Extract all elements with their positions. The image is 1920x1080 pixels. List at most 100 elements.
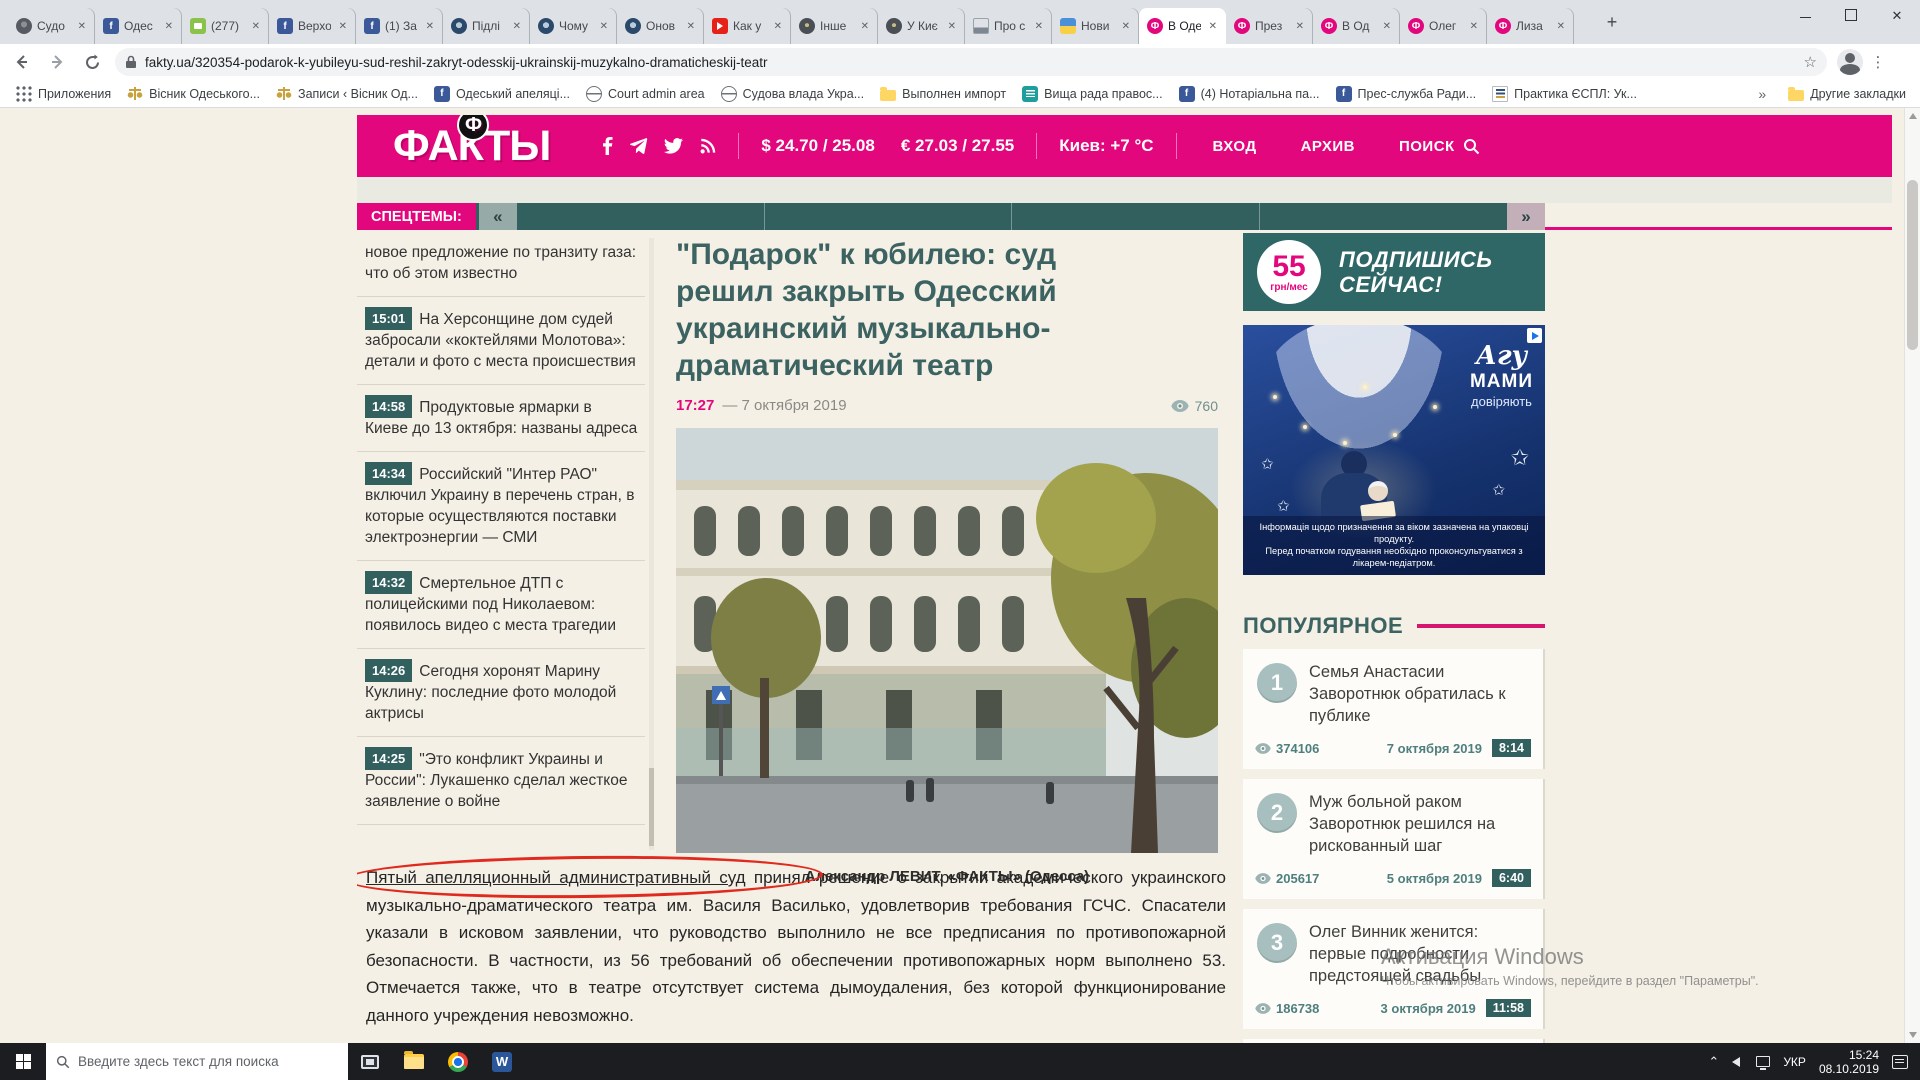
browser-tab[interactable]: Олег ✕ — [1400, 8, 1487, 44]
tab-close-icon[interactable]: ✕ — [510, 20, 524, 33]
adchoices-icon[interactable] — [1527, 328, 1542, 343]
language-indicator[interactable]: УКР — [1783, 1055, 1806, 1069]
bookmark-star-icon[interactable]: ☆ — [1804, 53, 1817, 71]
browser-tab[interactable]: У Киє ✕ — [878, 8, 965, 44]
tab-close-icon[interactable]: ✕ — [75, 20, 89, 33]
tab-close-icon[interactable]: ✕ — [684, 20, 698, 33]
browser-tab[interactable]: През ✕ — [1226, 8, 1313, 44]
news-scrollbar[interactable] — [649, 238, 654, 850]
tab-close-icon[interactable]: ✕ — [249, 20, 263, 33]
browser-tab[interactable]: В Оде ✕ — [1139, 8, 1226, 44]
article-body-link[interactable]: Пятый апелляционный административный суд — [366, 868, 746, 887]
subscribe-banner[interactable]: 55 грн/мес ПОДПИШИСЬ СЕЙЧАС! — [1243, 233, 1545, 311]
tab-close-icon[interactable]: ✕ — [771, 20, 785, 33]
page-scrollbar[interactable] — [1904, 108, 1920, 1043]
news-item[interactable]: 15:01На Херсонщине дом судей забросали «… — [357, 297, 645, 385]
file-explorer-icon[interactable] — [392, 1043, 436, 1080]
scroll-up-arrow[interactable] — [1909, 113, 1917, 119]
tab-close-icon[interactable]: ✕ — [1554, 20, 1568, 33]
browser-tab[interactable]: Про с ✕ — [965, 8, 1052, 44]
browser-tab[interactable]: Підлі ✕ — [443, 8, 530, 44]
news-item[interactable]: новое предложение по транзиту газа: что … — [357, 238, 645, 297]
popular-item[interactable]: 1 Семья Анастасии Заворотнюк обратилась … — [1243, 649, 1545, 769]
bookmark-item[interactable]: Вища рада правос... — [1022, 86, 1162, 102]
spectemy-topic[interactable] — [1011, 203, 1259, 230]
tab-close-icon[interactable]: ✕ — [1293, 20, 1307, 33]
scroll-thumb[interactable] — [1907, 180, 1918, 350]
browser-tab[interactable]: Інше ✕ — [791, 8, 878, 44]
spectemy-next-arrow[interactable]: » — [1507, 203, 1545, 230]
forward-button[interactable] — [44, 49, 70, 75]
spectemy-topic[interactable] — [1259, 203, 1507, 230]
bookmark-item[interactable]: Прес-служба Ради... — [1336, 86, 1477, 102]
volume-icon[interactable] — [1732, 1057, 1740, 1067]
bookmark-item[interactable]: Одеський апеляці... — [434, 86, 570, 102]
bookmark-item[interactable]: Приложения — [16, 86, 111, 102]
rss-icon[interactable] — [699, 138, 716, 155]
bookmark-item[interactable]: Вісник Одеського... — [127, 86, 260, 102]
news-item[interactable]: 14:58Продуктовые ярмарки в Киеве до 13 о… — [357, 385, 645, 452]
notification-center-icon[interactable] — [1892, 1055, 1908, 1069]
tab-close-icon[interactable]: ✕ — [1119, 20, 1133, 33]
network-icon[interactable] — [1756, 1056, 1770, 1067]
window-maximize-button[interactable] — [1828, 9, 1874, 24]
twitter-icon[interactable] — [664, 138, 683, 154]
window-close-button[interactable]: ✕ — [1874, 8, 1920, 24]
spectemy-topic[interactable] — [764, 203, 1012, 230]
other-bookmarks-folder[interactable]: Другие закладки — [1788, 87, 1906, 101]
tab-close-icon[interactable]: ✕ — [1467, 20, 1481, 33]
facebook-icon[interactable] — [602, 137, 613, 155]
archive-link[interactable]: АРХИВ — [1301, 138, 1355, 155]
search-link[interactable]: ПОИСК — [1399, 138, 1480, 155]
login-link[interactable]: ВХОД — [1213, 138, 1257, 155]
taskbar-search[interactable]: Введите здесь текст для поиска — [46, 1043, 348, 1080]
address-bar[interactable]: fakty.ua/320354-podarok-k-yubileyu-sud-r… — [115, 48, 1827, 76]
bookmark-item[interactable]: Судова влада Укра... — [721, 86, 865, 102]
bookmark-item[interactable]: Выполнен импорт — [880, 86, 1006, 102]
tab-close-icon[interactable]: ✕ — [1380, 20, 1394, 33]
browser-tab[interactable]: Одес ✕ — [95, 8, 182, 44]
browser-tab[interactable]: Судо ✕ — [8, 8, 95, 44]
browser-tab[interactable]: Как у ✕ — [704, 8, 791, 44]
popular-item[interactable]: 2 Муж больной раком Заворотнюк решился н… — [1243, 779, 1545, 899]
browser-tab[interactable]: Чому ✕ — [530, 8, 617, 44]
bookmarks-overflow-chevron[interactable]: » — [1758, 86, 1766, 102]
window-minimize-button[interactable] — [1782, 9, 1828, 24]
tab-close-icon[interactable]: ✕ — [1032, 20, 1046, 33]
start-button[interactable] — [0, 1043, 46, 1080]
spectemy-prev-arrow[interactable]: « — [479, 203, 517, 230]
scroll-down-arrow[interactable] — [1909, 1032, 1917, 1038]
browser-tab[interactable]: Лиза ✕ — [1487, 8, 1574, 44]
task-view-button[interactable] — [348, 1043, 392, 1080]
news-scroll-thumb[interactable] — [649, 768, 654, 846]
tray-chevron-icon[interactable]: ⌃ — [1708, 1054, 1719, 1070]
chrome-icon[interactable] — [436, 1043, 480, 1080]
browser-menu-icon[interactable]: ⋮ — [1869, 53, 1887, 71]
reload-button[interactable] — [79, 49, 105, 75]
tab-close-icon[interactable]: ✕ — [945, 20, 959, 33]
tab-close-icon[interactable]: ✕ — [597, 20, 611, 33]
browser-tab[interactable]: Нови ✕ — [1052, 8, 1139, 44]
browser-tab[interactable]: В Од ✕ — [1313, 8, 1400, 44]
new-tab-button[interactable]: + — [1598, 8, 1626, 36]
back-button[interactable] — [9, 49, 35, 75]
bookmark-item[interactable]: Практика ЄСПЛ: Ук... — [1492, 86, 1637, 102]
ad-banner[interactable]: ✩ ✩ ✩ ✩ Агу МАМИ довіряють Інформація що… — [1243, 325, 1545, 575]
tab-close-icon[interactable]: ✕ — [336, 20, 350, 33]
browser-tab[interactable]: Онов ✕ — [617, 8, 704, 44]
browser-tab[interactable]: Верхо ✕ — [269, 8, 356, 44]
telegram-icon[interactable] — [629, 138, 648, 155]
news-item[interactable]: 14:34Российский "Интер РАО" включил Укра… — [357, 452, 645, 561]
browser-tab[interactable]: (277) ✕ — [182, 8, 269, 44]
news-item[interactable]: 14:26Сегодня хоронят Марину Куклину: пос… — [357, 649, 645, 737]
tab-close-icon[interactable]: ✕ — [162, 20, 176, 33]
bookmark-item[interactable]: (4) Нотаріальна па... — [1179, 86, 1320, 102]
spectemy-topic[interactable] — [517, 203, 764, 230]
bookmark-item[interactable]: Записи ‹ Вісник Од... — [276, 86, 418, 102]
site-logo[interactable]: ФАКТЫ Ф — [393, 125, 550, 168]
tab-close-icon[interactable]: ✕ — [1206, 20, 1220, 33]
browser-tab[interactable]: (1) За ✕ — [356, 8, 443, 44]
word-icon[interactable]: W — [480, 1043, 524, 1080]
taskbar-clock[interactable]: 15:24 08.10.2019 — [1819, 1048, 1879, 1076]
tab-close-icon[interactable]: ✕ — [423, 20, 437, 33]
